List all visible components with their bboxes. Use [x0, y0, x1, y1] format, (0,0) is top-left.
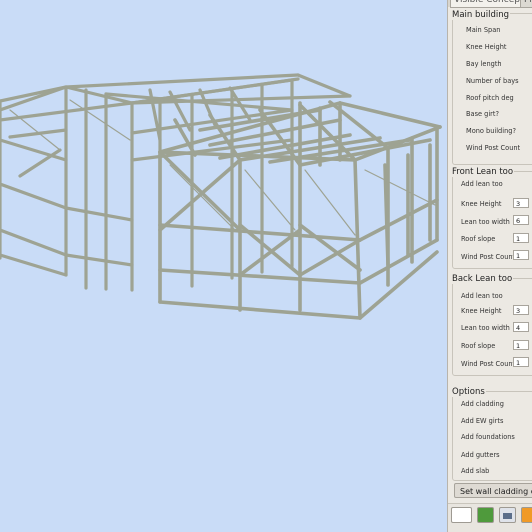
base-girt-label[interactable]: Base girt?: [466, 110, 499, 118]
front-lean-too-title: Front Lean too: [451, 167, 515, 177]
back-frame-member-12: [64, 253, 134, 267]
main-building-group: [452, 13, 532, 165]
back-knee-height-input[interactable]: 3: [513, 305, 529, 315]
printer-icon-body: [503, 513, 512, 519]
back-lean-too-title: Back Lean too: [451, 274, 514, 284]
steel-frame-model[interactable]: [0, 0, 447, 532]
mono-building-label[interactable]: Mono building?: [466, 127, 516, 135]
front-wind-post-count-label: Wind Post Count: [461, 253, 516, 261]
front-frame-member-13: [358, 198, 439, 242]
front-frame-member-15: [158, 300, 362, 320]
front-frame-member-12: [158, 268, 362, 285]
3d-viewport[interactable]: [0, 0, 447, 532]
front-knee-height-input[interactable]: 3: [513, 198, 529, 208]
front-roof-slope-label: Roof slope: [461, 235, 496, 243]
number-of-bays-label: Number of bays: [466, 77, 519, 85]
back-add-lean-too-checkbox[interactable]: Add lean too: [461, 292, 503, 300]
options-title: Options: [451, 387, 486, 397]
front-lean-too-width-label: Lean too width: [461, 218, 510, 226]
printer-icon[interactable]: [499, 507, 516, 523]
green-map-icon[interactable]: [477, 507, 494, 523]
roof-pitch-label: Roof pitch deg: [466, 94, 514, 102]
add-cladding-checkbox[interactable]: Add cladding: [461, 400, 504, 408]
back-frame-member-16: [18, 148, 62, 178]
bay-length-label: Bay length: [466, 60, 502, 68]
add-foundations-checkbox[interactable]: Add foundations: [461, 433, 515, 441]
front-frame-member-33: [298, 238, 362, 277]
back-frame-member-9: [0, 182, 68, 210]
bracing-2: [304, 169, 356, 236]
blank-field[interactable]: [451, 507, 472, 523]
back-frame-member-10: [0, 228, 68, 257]
back-frame-member-17: [0, 253, 68, 277]
add-slab-checkbox[interactable]: Add slab: [461, 467, 489, 475]
back-frame-member-11: [64, 206, 134, 222]
knee-height-label: Knee Height: [466, 43, 507, 51]
folder-icon[interactable]: [521, 507, 532, 523]
back-roof-slope-input[interactable]: 1: [513, 340, 529, 350]
back-frame-member-15: [8, 128, 68, 139]
back-lean-too-width-label: Lean too width: [461, 324, 510, 332]
back-frame-member-13: [0, 138, 68, 162]
panel-tabs: Visible Concepts Pr: [448, 0, 532, 8]
bracing-1: [244, 169, 296, 231]
back-frame-member-5: [296, 73, 352, 98]
front-frame-member-11: [158, 223, 362, 242]
front-lean-too-width-input[interactable]: 6: [513, 215, 529, 225]
add-gutters-checkbox[interactable]: Add gutters: [461, 451, 500, 459]
bracing-3: [364, 169, 436, 206]
back-wind-post-count-label: Wind Post Count: [461, 360, 516, 368]
back-lean-too-width-input[interactable]: 4: [513, 322, 529, 332]
set-wall-cladding-button[interactable]: Set wall cladding c: [454, 483, 532, 498]
main-span-label: Main Span: [466, 26, 501, 34]
add-ew-girts-checkbox[interactable]: Add EW girts: [461, 417, 503, 425]
front-roof-slope-input[interactable]: 1: [513, 233, 529, 243]
front-add-lean-too-checkbox[interactable]: Add lean too: [461, 180, 503, 188]
back-knee-height-label: Knee Height: [461, 307, 502, 315]
properties-panel: Visible Concepts Pr Main building Main S…: [447, 0, 532, 532]
back-wind-post-count-input[interactable]: 1: [513, 357, 529, 367]
tab-properties[interactable]: Pr: [520, 0, 532, 8]
front-knee-height-label: Knee Height: [461, 200, 502, 208]
wind-post-count-label: Wind Post Count: [466, 144, 521, 152]
front-frame-member-32: [298, 223, 362, 272]
main-building-title: Main building: [451, 10, 511, 20]
back-roof-slope-label: Roof slope: [461, 342, 496, 350]
front-wind-post-count-input[interactable]: 1: [513, 250, 529, 260]
